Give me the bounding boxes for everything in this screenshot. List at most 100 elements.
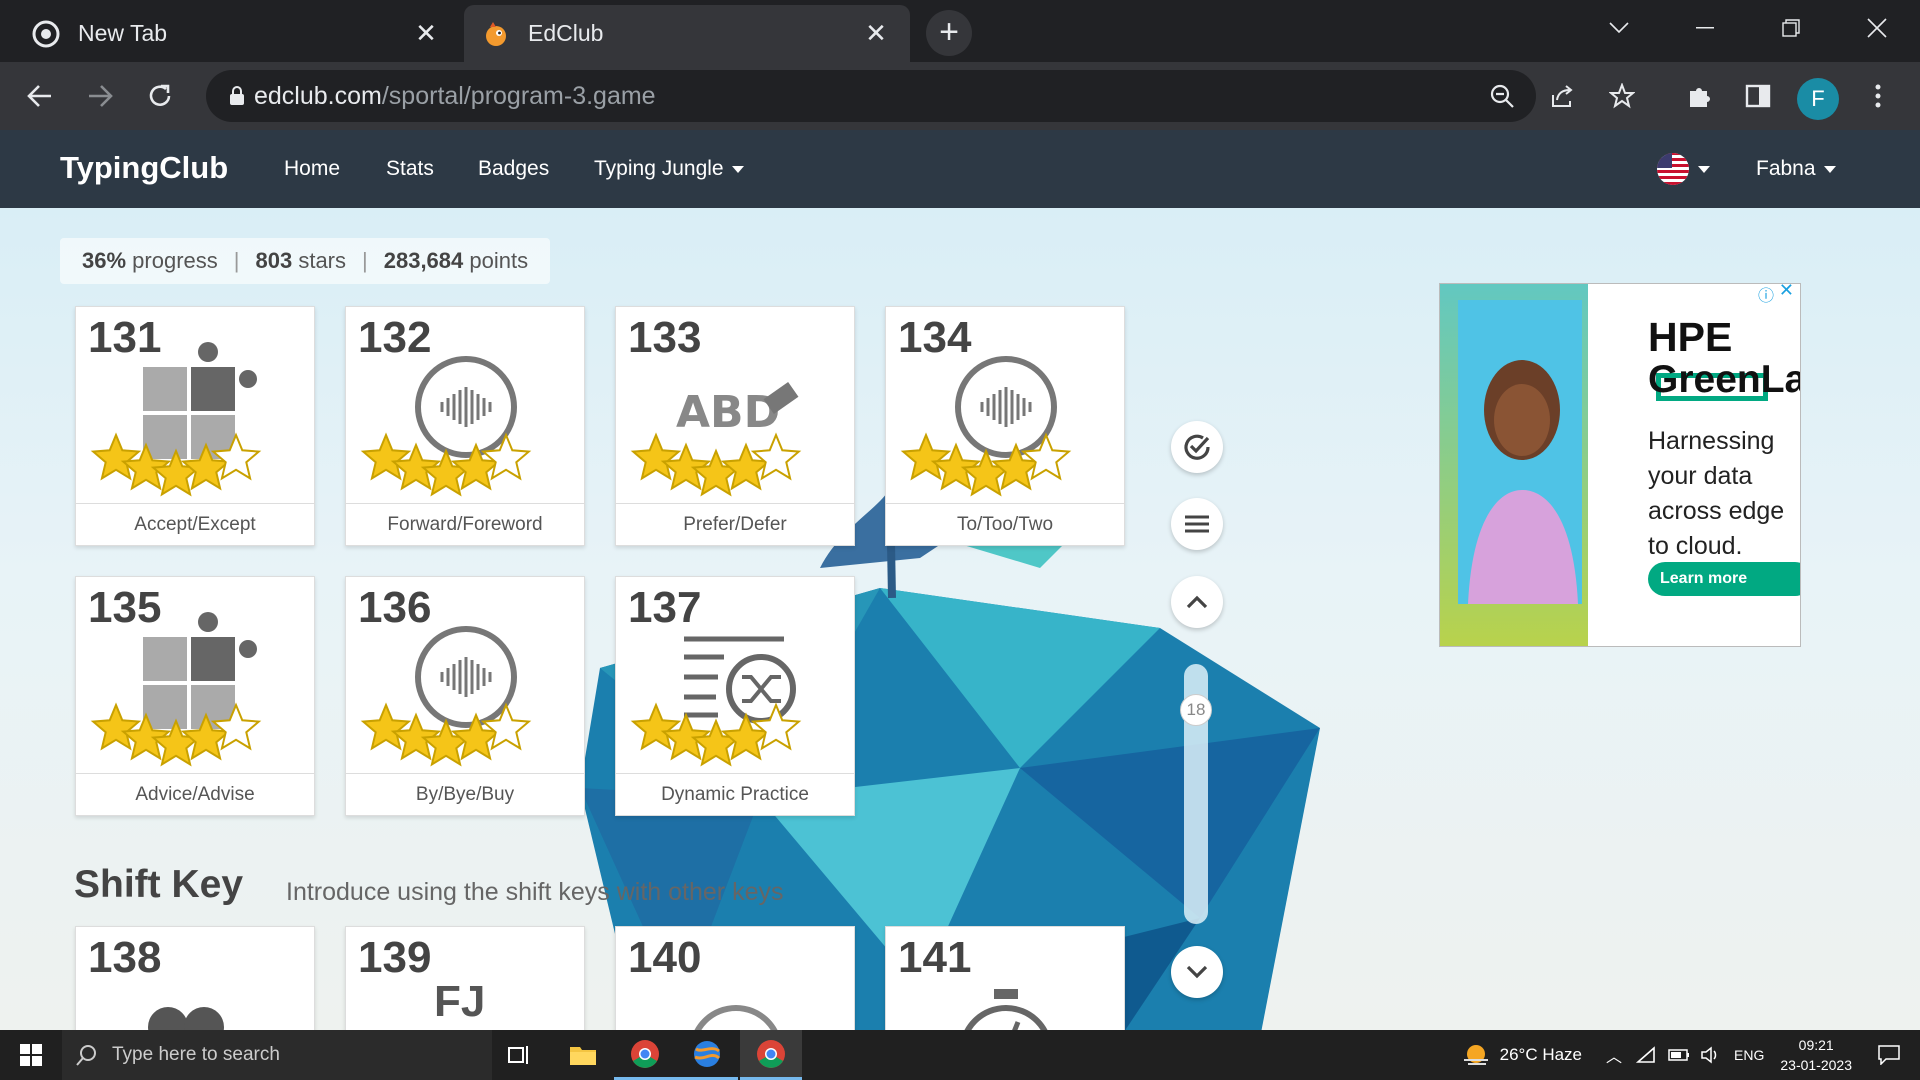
- side-panel-icon: [1745, 84, 1771, 108]
- lesson-number: 139: [358, 933, 432, 982]
- lesson-card-131[interactable]: 131 Accept/Except: [75, 306, 315, 546]
- lesson-card-134[interactable]: 134 To/Too/Two: [885, 306, 1125, 546]
- stars-label: stars: [298, 248, 347, 273]
- tab-search-button[interactable]: [1576, 0, 1662, 56]
- clock-date: 23-01-2023: [1780, 1057, 1852, 1073]
- close-tab-icon[interactable]: ✕: [410, 18, 442, 49]
- start-button[interactable]: [0, 1030, 62, 1080]
- network-icon[interactable]: [1636, 1046, 1656, 1064]
- input-language[interactable]: ENG: [1734, 1047, 1764, 1063]
- user-menu[interactable]: Fabna: [1756, 157, 1836, 181]
- zoom-button[interactable]: [1482, 76, 1522, 116]
- ad-body-text: Harnessing your data across edge to clou…: [1648, 427, 1785, 560]
- nav-home[interactable]: Home: [284, 157, 340, 181]
- check-circle-icon: [1184, 434, 1210, 460]
- minimize-icon: [1696, 27, 1714, 29]
- nav-badges[interactable]: Badges: [478, 157, 549, 181]
- tab-title: EdClub: [528, 20, 604, 46]
- scroll-level-indicator[interactable]: 18: [1180, 694, 1212, 726]
- lesson-number: 136: [358, 583, 432, 632]
- lesson-name: Dynamic Practice: [616, 773, 854, 815]
- scroll-up-button[interactable]: [1171, 576, 1223, 628]
- lesson-number: 138: [88, 933, 162, 982]
- ad-brand-text: HPE: [1648, 314, 1733, 360]
- folder-icon: [570, 1047, 596, 1065]
- url-path: /sportal/program-3.game: [381, 81, 656, 110]
- browser-app[interactable]: [676, 1030, 738, 1080]
- language-selector[interactable]: [1656, 152, 1710, 186]
- bookmark-button[interactable]: [1602, 76, 1642, 116]
- site-logo[interactable]: TypingClub: [60, 150, 228, 186]
- scroll-down-button[interactable]: [1171, 946, 1223, 998]
- hamburger-icon: [1185, 515, 1209, 533]
- points-count: 283,684: [383, 248, 464, 273]
- nav-typing-jungle[interactable]: Typing Jungle: [594, 157, 744, 181]
- more-vertical-icon: [1875, 84, 1881, 108]
- ad-photo: [1458, 300, 1582, 604]
- browser-menu-button[interactable]: [1858, 76, 1898, 116]
- caret-down-icon: [731, 165, 744, 173]
- volume-icon[interactable]: [1700, 1046, 1720, 1064]
- notification-icon[interactable]: [1878, 1045, 1900, 1065]
- weather-text[interactable]: 26°C Haze: [1500, 1045, 1582, 1065]
- hpe-advertisement[interactable]: HPE GreenLake Harnessing your data acros…: [1439, 283, 1801, 647]
- clock[interactable]: 09:21 23-01-2023: [1780, 1035, 1852, 1075]
- tab-new-tab[interactable]: New Tab ✕: [14, 5, 460, 62]
- back-button[interactable]: [18, 74, 62, 118]
- taskbar-search[interactable]: Type here to search: [62, 1030, 492, 1080]
- file-explorer-app[interactable]: [552, 1030, 614, 1080]
- section-title: Shift Key: [74, 863, 244, 906]
- reload-icon: [149, 84, 171, 106]
- puzzle-icon: [1690, 88, 1710, 107]
- lesson-card-141[interactable]: 141: [885, 926, 1125, 1030]
- new-tab-button[interactable]: +: [926, 10, 972, 56]
- lesson-card-132[interactable]: 132 Forward/Foreword: [345, 306, 585, 546]
- share-button[interactable]: [1542, 76, 1582, 116]
- close-tab-icon[interactable]: ✕: [860, 18, 892, 49]
- lesson-card-133[interactable]: ABD 133 Prefer/Defer: [615, 306, 855, 546]
- ad-learn-more-button[interactable]: Learn more: [1648, 562, 1800, 596]
- site-navbar: TypingClub Home Stats Badges Typing Jung…: [0, 130, 1920, 208]
- lesson-name: Forward/Foreword: [346, 503, 584, 545]
- ad-close-icon[interactable]: ✕: [1779, 284, 1794, 301]
- chrome-icon: [757, 1039, 785, 1068]
- lesson-card-136[interactable]: 136 By/Bye/Buy: [345, 576, 585, 816]
- address-bar[interactable]: edclub.com/sportal/program-3.game: [206, 70, 1635, 122]
- battery-icon[interactable]: [1668, 1048, 1690, 1062]
- lesson-card-135[interactable]: 135 Advice/Advise: [75, 576, 315, 816]
- lesson-number: 137: [628, 583, 702, 632]
- chevron-up-icon[interactable]: ︿: [1606, 1043, 1622, 1067]
- restore-button[interactable]: [1748, 0, 1834, 56]
- search-icon: [76, 1045, 96, 1066]
- lesson-card-137[interactable]: 137 Dynamic Practice: [615, 576, 855, 816]
- nav-stats[interactable]: Stats: [386, 157, 434, 181]
- task-view-button[interactable]: [488, 1030, 550, 1080]
- reload-button[interactable]: [138, 74, 182, 118]
- chrome-icon: [32, 20, 60, 47]
- lock-icon: [230, 86, 244, 105]
- extensions-button[interactable]: [1680, 76, 1720, 116]
- lesson-number: 134: [898, 313, 972, 362]
- caret-down-icon: [1698, 165, 1710, 173]
- ad-info-icon[interactable]: ⓘ: [1758, 284, 1774, 306]
- chrome-app[interactable]: [614, 1030, 676, 1080]
- lesson-card-140[interactable]: 140: [615, 926, 855, 1030]
- edclub-favicon: [486, 21, 506, 46]
- nav-typing-jungle-label: Typing Jungle: [594, 157, 724, 180]
- menu-button[interactable]: [1171, 498, 1223, 550]
- chrome-profile-app[interactable]: [740, 1030, 802, 1080]
- tab-edclub[interactable]: EdClub ✕: [464, 5, 910, 62]
- url-text: edclub.com/sportal/program-3.game: [254, 82, 656, 111]
- search-placeholder: Type here to search: [112, 1044, 280, 1065]
- forward-button[interactable]: [78, 74, 122, 118]
- lesson-name: To/Too/Two: [886, 503, 1124, 545]
- arrow-left-icon: [27, 85, 51, 107]
- completed-filter-button[interactable]: [1171, 421, 1223, 473]
- minimize-button[interactable]: [1662, 0, 1748, 56]
- lesson-card-138[interactable]: 138: [75, 926, 315, 1030]
- share-icon: [1552, 85, 1573, 107]
- profile-avatar[interactable]: F: [1797, 78, 1839, 120]
- close-window-button[interactable]: [1834, 0, 1920, 56]
- lesson-card-139[interactable]: FJ 139: [345, 926, 585, 1030]
- side-panel-button[interactable]: [1738, 76, 1778, 116]
